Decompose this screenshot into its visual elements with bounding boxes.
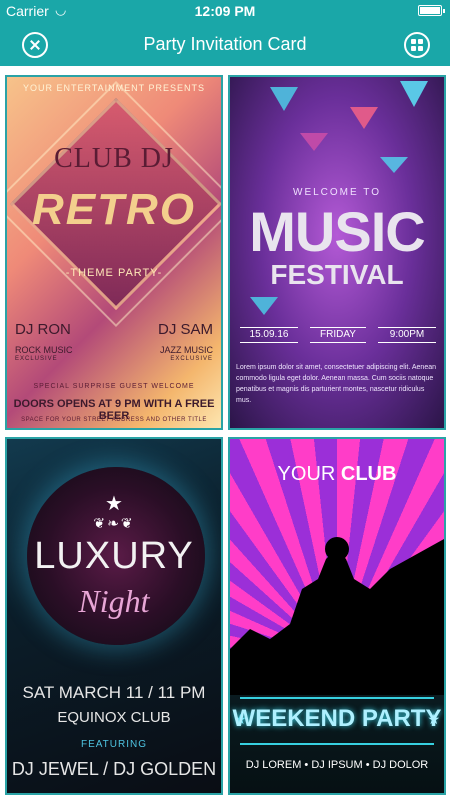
decorative-triangle bbox=[380, 157, 408, 173]
card-retro-party[interactable]: YOUR ENTERTAINMENT PRESENTS CLUB DJ RETR… bbox=[5, 75, 223, 430]
address-text: SPACE FOR YOUR STREET ADDRESS AND OTHER … bbox=[21, 417, 207, 423]
luxury-title: LUXURY bbox=[34, 535, 194, 577]
venue-name: EQUINOX CLUB bbox=[57, 709, 171, 726]
dj-names: DJ JEWEL / DJ GOLDEN bbox=[11, 759, 217, 779]
event-date: SAT MARCH 11 / 11 PM bbox=[22, 683, 206, 702]
description-text: Lorem ipsum dolor sit amet, consectetuer… bbox=[236, 364, 436, 404]
grid-icon[interactable] bbox=[404, 32, 430, 58]
club-dj-text: CLUB DJ bbox=[54, 143, 174, 174]
weekend-title: WEEKEND PARTY bbox=[232, 705, 442, 732]
club-text: CLUB bbox=[340, 463, 397, 485]
music-title: MUSIC bbox=[249, 200, 425, 263]
dj-right-name: DJ SAM bbox=[157, 321, 213, 338]
your-text: YOUR bbox=[277, 463, 341, 485]
presents-text: YOUR ENTERTAINMENT PRESENTS bbox=[22, 83, 206, 93]
dj-left-genre: ROCK MUSIC bbox=[15, 345, 73, 355]
welcome-text: WELCOME TO bbox=[293, 187, 381, 198]
ornament-icon: ❦❧❦ bbox=[93, 515, 135, 531]
theme-text: -THEME PARTY- bbox=[65, 267, 163, 279]
dj-right-genre: JAZZ MUSIC bbox=[160, 345, 213, 355]
card-luxury-night[interactable]: ★ ❦❧❦ LUXURY Night SAT MARCH 11 / 11 PM … bbox=[5, 437, 223, 795]
dj-left-name: DJ RON bbox=[15, 321, 71, 338]
divider bbox=[240, 697, 434, 699]
clock: 12:09 PM bbox=[194, 3, 256, 19]
crowd-silhouette bbox=[230, 537, 444, 699]
decorative-triangle bbox=[300, 133, 328, 151]
card-weekend-party[interactable]: YOUR CLUB ★ WEEKEND PARTY ★ DJ LOREM • D… bbox=[228, 437, 446, 795]
card-music-festival[interactable]: WELCOME TO MUSIC FESTIVAL 15.09.16 FRIDA… bbox=[228, 75, 446, 430]
decorative-triangle bbox=[250, 297, 278, 315]
dj-left-tag: EXCLUSIVE bbox=[15, 356, 58, 362]
star-icon: ★ bbox=[427, 711, 440, 727]
page-title: Party Invitation Card bbox=[143, 34, 307, 54]
featuring-label: FEATURING bbox=[80, 739, 148, 750]
dj-right-tag: EXCLUSIVE bbox=[170, 356, 213, 362]
night-title: Night bbox=[78, 583, 150, 619]
status-bar: Carrier ◡ 12:09 PM bbox=[0, 0, 450, 22]
decorative-triangle bbox=[400, 81, 428, 107]
special-guest-text: SPECIAL SURPRISE GUEST WELCOME bbox=[33, 383, 195, 390]
battery-icon bbox=[418, 5, 445, 16]
decorative-triangle bbox=[270, 87, 298, 111]
day-pill: FRIDAY bbox=[310, 327, 366, 343]
festival-title: FESTIVAL bbox=[270, 259, 404, 290]
divider bbox=[240, 743, 434, 745]
date-pill: 15.09.16 bbox=[240, 327, 298, 343]
retro-title: RETRO bbox=[32, 185, 196, 234]
dj-names: DJ LOREM • DJ IPSUM • DJ DOLOR bbox=[245, 759, 429, 771]
app-header: Carrier ◡ 12:09 PM Party Invitation Card bbox=[0, 0, 450, 66]
time-pill: 9:00PM bbox=[378, 327, 436, 343]
decorative-triangle bbox=[350, 107, 378, 129]
your-club-title: YOUR CLUB bbox=[230, 463, 444, 486]
star-icon: ★ bbox=[105, 493, 123, 515]
